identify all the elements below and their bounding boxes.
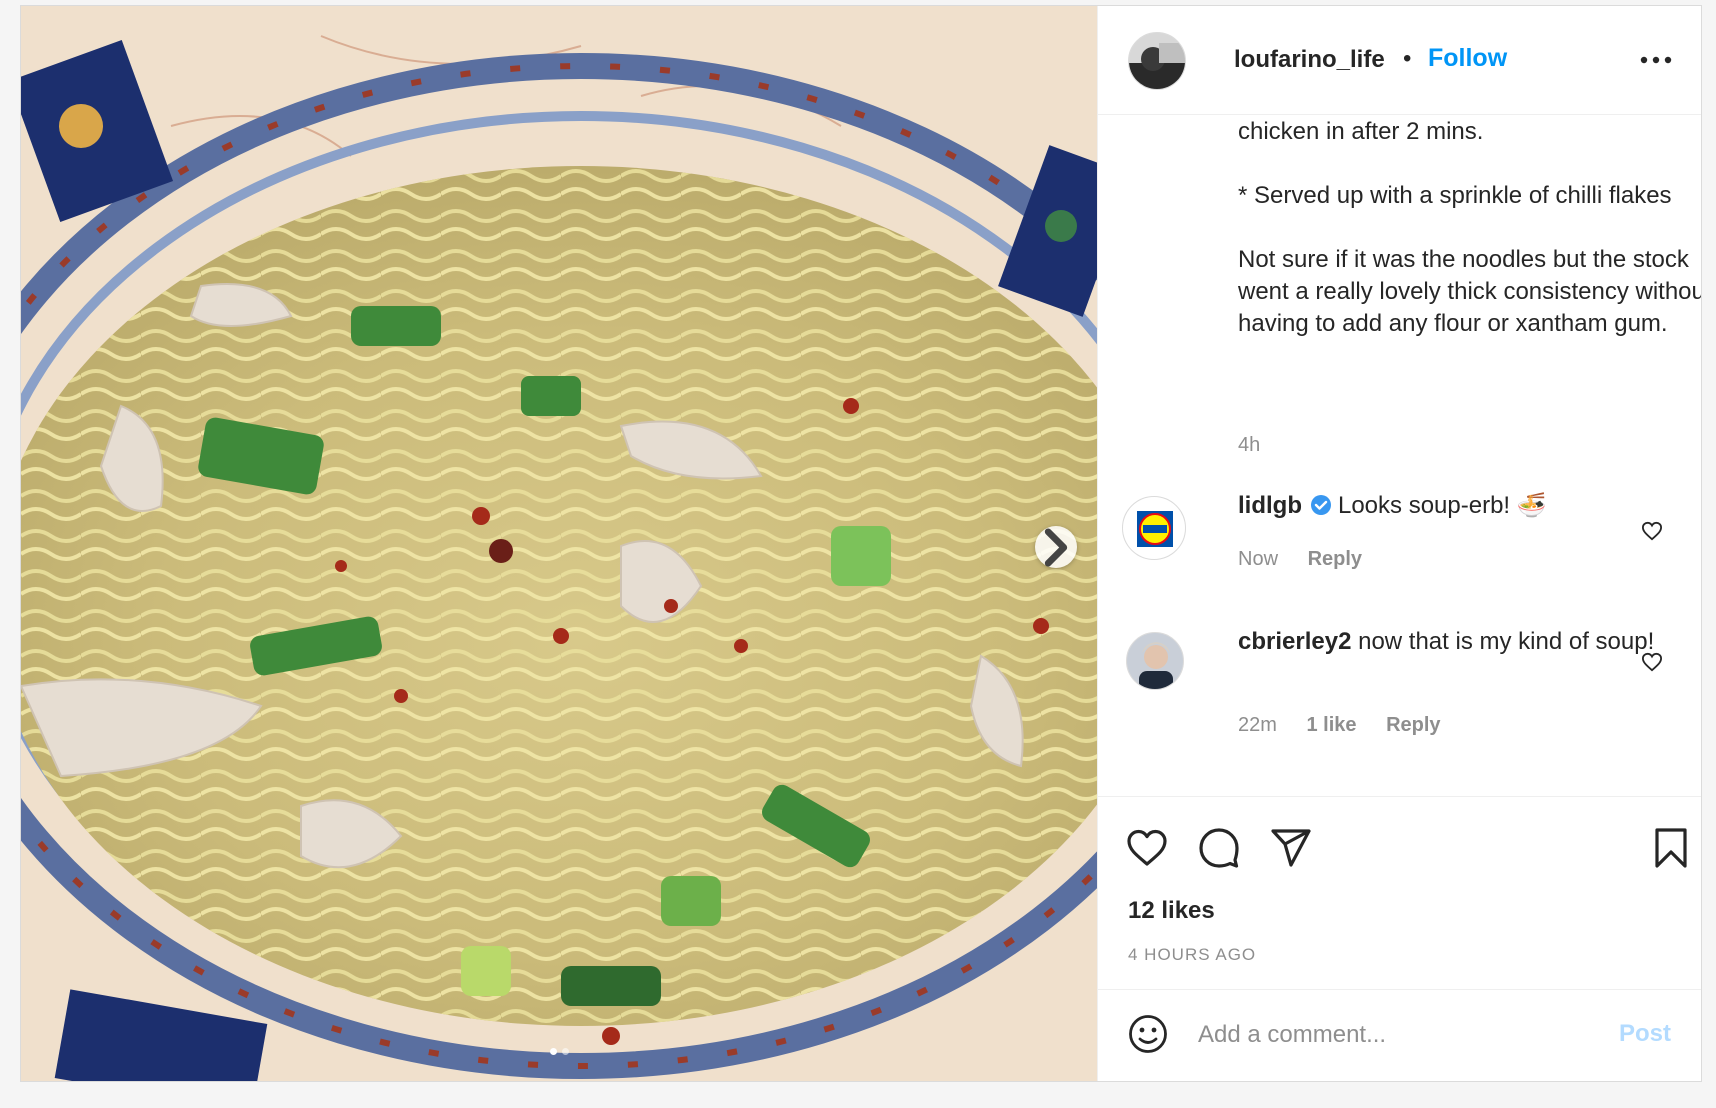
verified-badge-icon — [1310, 495, 1331, 515]
share-send-icon[interactable] — [1270, 827, 1312, 869]
carousel-dot — [561, 1048, 569, 1055]
comment-composer: Post — [1098, 989, 1701, 1081]
lidl-logo-icon — [1123, 497, 1185, 559]
comment-body: Looks soup-erb! 🍜 — [1337, 492, 1547, 519]
reply-button[interactable]: Reply — [1386, 714, 1440, 736]
author-avatar[interactable] — [1128, 32, 1186, 90]
comment-bubble-icon[interactable] — [1198, 827, 1240, 869]
post-image[interactable] — [21, 6, 1097, 1081]
header-separator: • — [1403, 45, 1412, 72]
comment-text: lidlgb Looks soup-erb! 🍜 — [1238, 490, 1701, 522]
comment-likes-count[interactable]: 1 like — [1306, 714, 1356, 736]
post-side-panel: loufarino_life • Follow chicken in after… — [1097, 6, 1701, 1081]
caption-timestamp: 4h — [1238, 434, 1261, 456]
commenter-avatar-image — [1127, 633, 1183, 689]
commenter-avatar[interactable] — [1126, 632, 1184, 690]
carousel-dot — [549, 1048, 557, 1055]
commenter-username[interactable]: cbrierley2 — [1238, 628, 1351, 655]
next-image-button[interactable] — [1035, 526, 1077, 568]
comment-time: 22m — [1238, 714, 1277, 736]
author-avatar-image — [1129, 33, 1185, 89]
comment-meta: 22m 1 like Reply — [1238, 714, 1465, 737]
follow-button[interactable]: Follow — [1428, 44, 1507, 73]
post-dialog: loufarino_life • Follow chicken in after… — [20, 5, 1702, 1082]
post-caption: chicken in after 2 mins. * Served up wit… — [1238, 118, 1701, 337]
carousel-indicator — [21, 1048, 1097, 1055]
like-heart-icon[interactable] — [1126, 827, 1168, 869]
like-comment-icon[interactable] — [1641, 521, 1663, 541]
commenter-username[interactable]: lidlgb — [1238, 492, 1302, 519]
post-comment-button[interactable]: Post — [1619, 1020, 1671, 1048]
post-timestamp: 4 HOURS AGO — [1128, 945, 1257, 964]
commenter-avatar[interactable] — [1122, 496, 1186, 560]
comment-text: cbrierley2 now that is my kind of soup! — [1238, 626, 1701, 658]
author-username[interactable]: loufarino_life — [1234, 46, 1385, 74]
comment-meta: Now Reply — [1238, 548, 1386, 571]
emoji-icon[interactable] — [1128, 1014, 1168, 1054]
like-comment-icon[interactable] — [1641, 652, 1663, 672]
save-bookmark-icon[interactable] — [1653, 827, 1689, 869]
comment-input[interactable] — [1196, 1012, 1600, 1058]
post-actions: 12 likes 4 HOURS AGO — [1098, 796, 1701, 997]
more-options-icon[interactable] — [1639, 54, 1673, 66]
post-header: loufarino_life • Follow — [1098, 6, 1701, 115]
comment-time: Now — [1238, 548, 1279, 570]
likes-count[interactable]: 12 likes — [1128, 897, 1215, 925]
noodle-soup-photo — [21, 6, 1097, 1081]
chevron-right-icon — [1044, 527, 1068, 567]
comment-body: now that is my kind of soup! — [1358, 628, 1655, 655]
reply-button[interactable]: Reply — [1308, 548, 1362, 570]
